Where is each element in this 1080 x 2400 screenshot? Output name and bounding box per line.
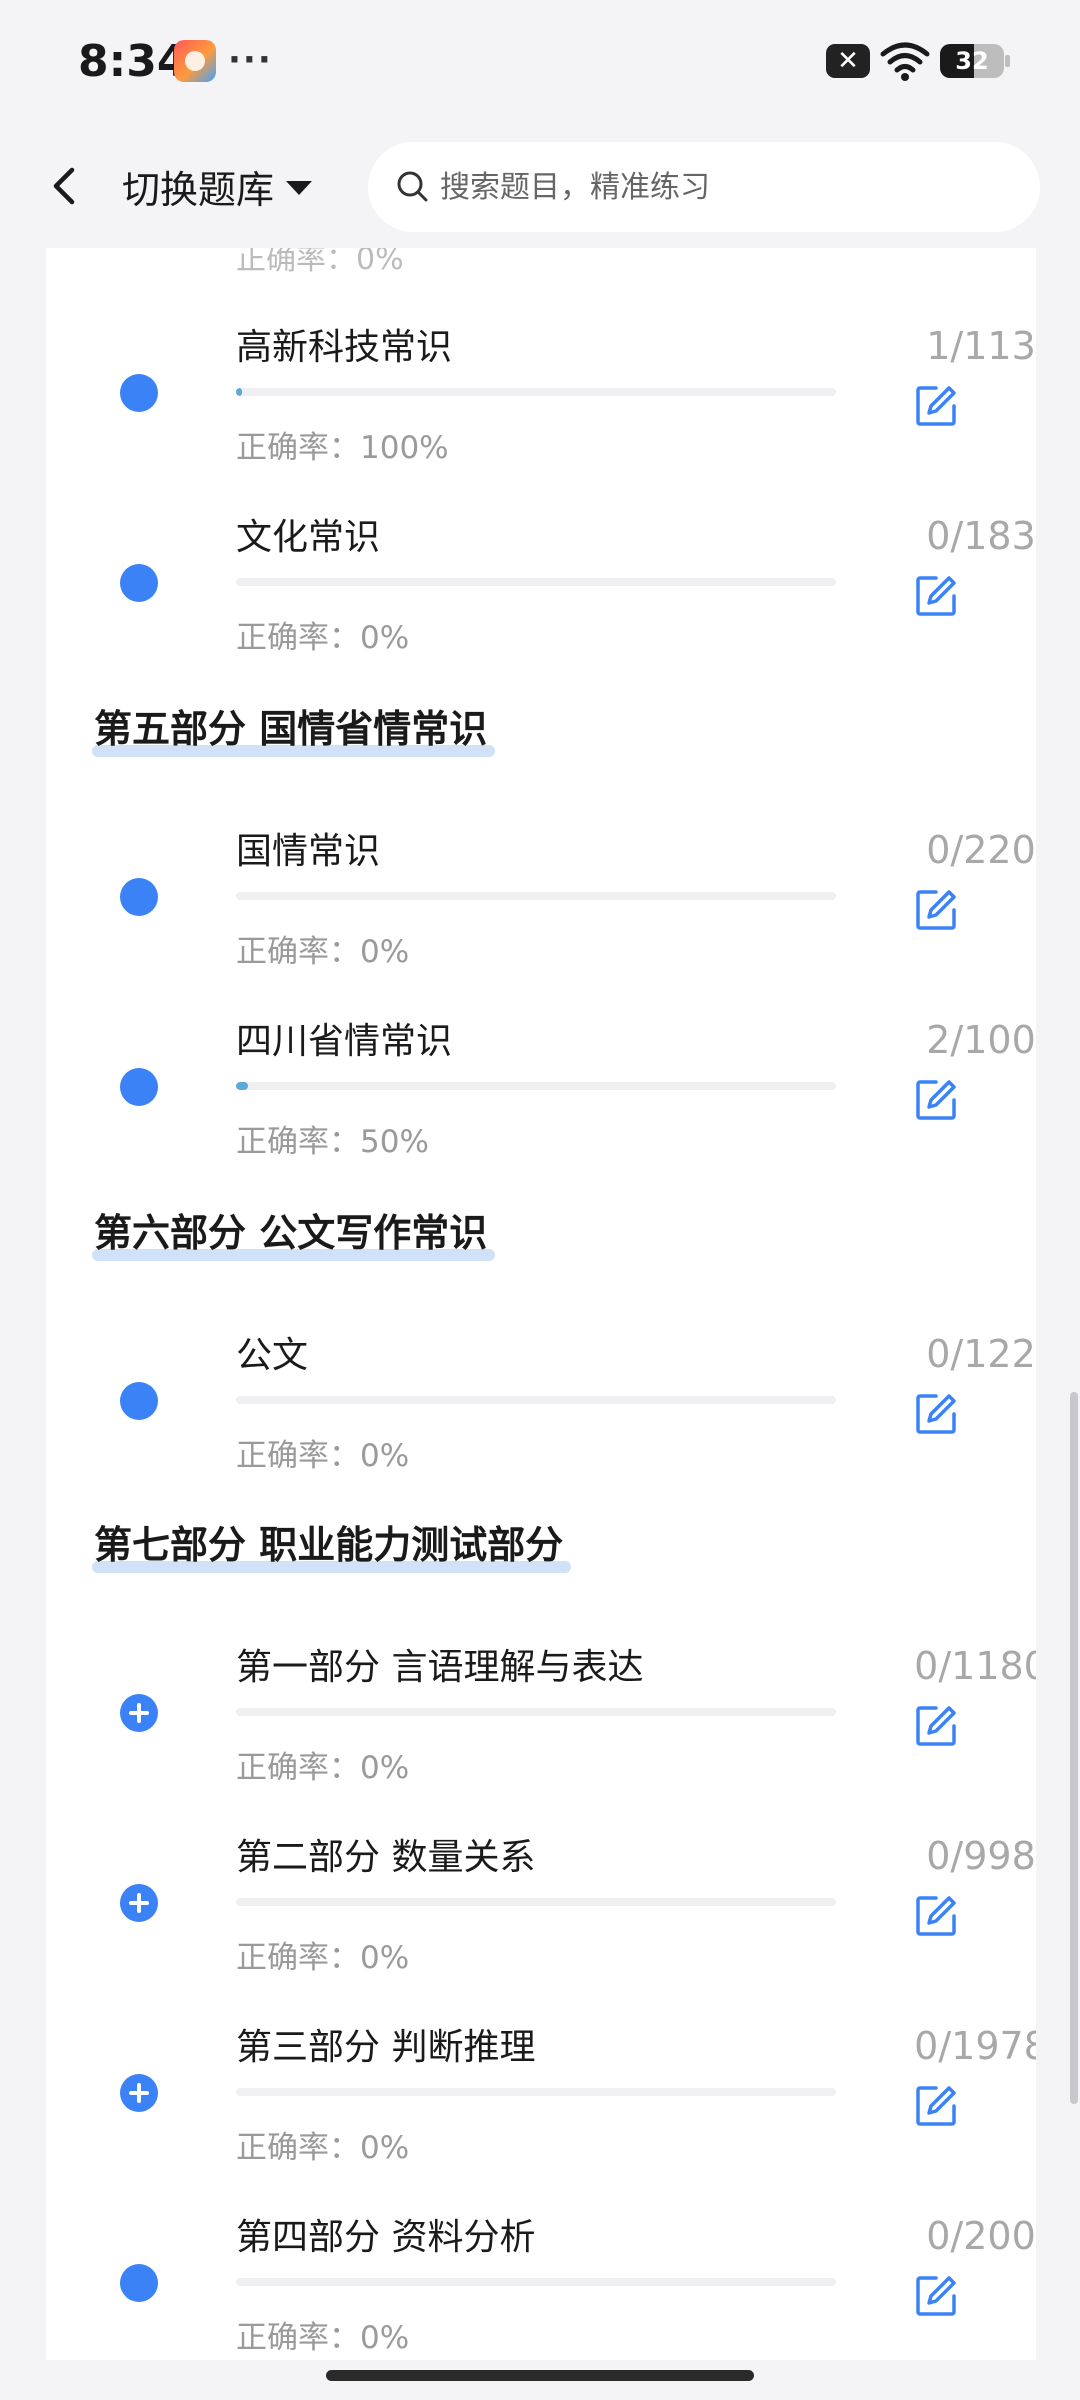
- edit-icon[interactable]: [914, 2274, 958, 2318]
- status-bar: 8:34 ··· ✕ 32: [0, 0, 1080, 126]
- list-item-official[interactable]: 公文 正确率：0% 0/122: [46, 1326, 1036, 1476]
- list-item-culture[interactable]: 文化常识 正确率：0% 0/183: [46, 508, 1036, 658]
- item-count: 1/113: [926, 324, 1036, 368]
- question-list: 正确率：0% 高新科技常识 正确率：100% 1/113 文化常识 正确率：0%…: [46, 248, 1036, 2360]
- search-box[interactable]: [368, 142, 1040, 232]
- item-title: 文化常识: [236, 517, 381, 558]
- item-title: 第一部分 言语理解与表达: [236, 1647, 644, 1688]
- caret-down-icon: [286, 181, 313, 195]
- item-title: 第四部分 资料分析: [236, 2217, 536, 2258]
- bullet-dot: [120, 1382, 158, 1420]
- item-accuracy: 正确率：100%: [236, 430, 449, 466]
- list-item-national[interactable]: 国情常识 正确率：0% 0/220: [46, 822, 1036, 972]
- section-title-6: 第六部分 公文写作常识: [91, 1202, 496, 1261]
- edit-icon[interactable]: [914, 1392, 958, 1436]
- item-accuracy: 正确率：0%: [236, 2130, 410, 2166]
- item-accuracy: 正确率：0%: [236, 1940, 410, 1976]
- item-accuracy: 正确率：0%: [236, 1750, 410, 1786]
- list-item-quant[interactable]: 第二部分 数量关系 正确率：0% 0/998: [46, 1828, 1036, 1978]
- bullet-dot: [120, 374, 158, 412]
- item-title: 高新科技常识: [236, 327, 453, 368]
- app-notification-icon: [174, 40, 216, 82]
- top-nav: 切换题库: [0, 126, 1080, 248]
- item-count: 0/200: [926, 2214, 1036, 2258]
- expand-plus-icon[interactable]: [120, 2074, 158, 2112]
- item-accuracy: 正确率：0%: [236, 1438, 410, 1474]
- progress-bar: [236, 388, 836, 396]
- item-count: 0/183: [926, 514, 1036, 558]
- battery-icon: 32: [940, 44, 1010, 78]
- item-accuracy: 正确率：0%: [236, 620, 410, 656]
- switch-question-bank-label: 切换题库: [122, 167, 275, 212]
- item-title: 四川省情常识: [236, 1021, 453, 1062]
- progress-bar: [236, 1082, 836, 1090]
- edit-icon[interactable]: [914, 574, 958, 618]
- progress-bar: [236, 578, 836, 586]
- list-item-verbal[interactable]: 第一部分 言语理解与表达 正确率：0% 0/1180: [46, 1638, 1036, 1788]
- edit-icon[interactable]: [914, 2084, 958, 2128]
- edit-icon[interactable]: [914, 888, 958, 932]
- partial-rate-text: 正确率：0%: [236, 248, 404, 277]
- bullet-dot: [120, 878, 158, 916]
- switch-question-bank-button[interactable]: 切换题库: [122, 156, 313, 216]
- status-time: 8:34: [78, 36, 188, 87]
- progress-bar: [236, 1396, 836, 1404]
- more-notifications-icon: ···: [228, 40, 273, 80]
- bullet-dot: [120, 2264, 158, 2302]
- bullet-dot: [120, 564, 158, 602]
- edit-icon[interactable]: [914, 384, 958, 428]
- edit-icon[interactable]: [914, 1078, 958, 1122]
- search-input[interactable]: [440, 169, 1000, 205]
- list-item-reasoning[interactable]: 第三部分 判断推理 正确率：0% 0/1978: [46, 2018, 1036, 2168]
- item-accuracy: 正确率：0%: [236, 934, 410, 970]
- progress-bar: [236, 892, 836, 900]
- progress-bar: [236, 2088, 836, 2096]
- list-item-tech[interactable]: 高新科技常识 正确率：100% 1/113: [46, 318, 1036, 468]
- section-title-5: 第五部分 国情省情常识: [91, 698, 496, 757]
- battery-level: 32: [955, 47, 989, 75]
- bullet-dot: [120, 1068, 158, 1106]
- expand-plus-icon[interactable]: [120, 1694, 158, 1732]
- item-count: 0/1978: [914, 2024, 1036, 2068]
- back-arrow-icon[interactable]: [40, 156, 90, 216]
- section-title-7: 第七部分 职业能力测试部分: [91, 1514, 572, 1573]
- item-count: 0/220: [926, 828, 1036, 872]
- item-title: 第二部分 数量关系: [236, 1837, 536, 1878]
- search-icon: [397, 171, 428, 202]
- progress-bar: [236, 2278, 836, 2286]
- expand-plus-icon[interactable]: [120, 1884, 158, 1922]
- item-title: 公文: [236, 1335, 309, 1376]
- scrollbar[interactable]: [1070, 1392, 1078, 2104]
- item-accuracy: 正确率：50%: [236, 1124, 429, 1160]
- progress-bar: [236, 1898, 836, 1906]
- item-count: 0/1180: [914, 1644, 1036, 1688]
- no-sim-icon: ✕: [826, 44, 870, 78]
- edit-icon[interactable]: [914, 1704, 958, 1748]
- item-count: 0/122: [926, 1332, 1036, 1376]
- wifi-icon: [880, 42, 930, 81]
- progress-bar: [236, 1708, 836, 1716]
- item-accuracy: 正确率：0%: [236, 2320, 410, 2356]
- list-item-data[interactable]: 第四部分 资料分析 正确率：0% 0/200: [46, 2208, 1036, 2358]
- list-item-sichuan[interactable]: 四川省情常识 正确率：50% 2/100: [46, 1012, 1036, 1162]
- edit-icon[interactable]: [914, 1894, 958, 1938]
- home-indicator[interactable]: [326, 2370, 754, 2381]
- item-title: 国情常识: [236, 831, 381, 872]
- item-count: 2/100: [926, 1018, 1036, 1062]
- item-title: 第三部分 判断推理: [236, 2027, 536, 2068]
- item-count: 0/998: [926, 1834, 1036, 1878]
